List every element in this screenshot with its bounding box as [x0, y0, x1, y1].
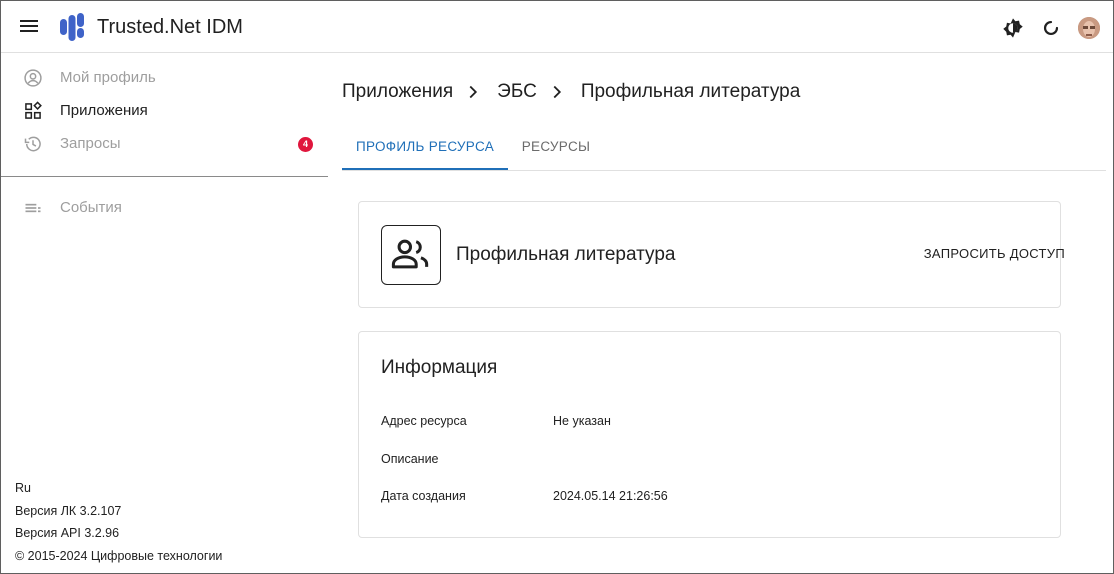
apps-grid-icon [25, 101, 42, 119]
request-access-button[interactable]: ЗАПРОСИТЬ ДОСТУП [885, 242, 1065, 266]
sidebar-item-label: Запросы [60, 135, 121, 152]
sidebar-item-label: События [60, 199, 122, 216]
history-icon [24, 136, 41, 152]
info-title: Информация [381, 357, 498, 378]
sidebar-item-label: Мой профиль [60, 69, 156, 86]
sidebar-divider [1, 176, 328, 177]
sidebar: Мой профиль Приложения Запросы 4 События [1, 54, 328, 573]
top-bar: Trusted.Net IDM [1, 1, 1113, 53]
sidebar-item-applications[interactable]: Приложения [1, 95, 328, 127]
info-label-description: Описание [381, 452, 439, 466]
sidebar-item-label: Приложения [60, 102, 148, 119]
menu-icon[interactable] [19, 17, 41, 37]
app-title: Trusted.Net IDM [97, 16, 243, 38]
sidebar-item-profile[interactable]: Мой профиль [1, 62, 328, 94]
tab-resources[interactable]: РЕСУРСЫ [508, 126, 604, 170]
language-switch[interactable]: Ru [15, 480, 222, 503]
avatar[interactable] [1078, 17, 1100, 39]
breadcrumb-item-applications[interactable]: Приложения [342, 81, 453, 103]
account-circle-icon [24, 69, 42, 87]
breadcrumb-item-current: Профильная литература [580, 81, 801, 102]
tab-bar: ПРОФИЛЬ РЕСУРСА РЕСУРСЫ [342, 126, 1106, 171]
info-card: Информация Адрес ресурса Не указан Описа… [358, 331, 1061, 538]
sidebar-item-events[interactable]: События [1, 192, 328, 224]
info-label-created: Дата создания [381, 489, 466, 503]
version-lk: Версия ЛК 3.2.107 [15, 503, 122, 518]
info-value-address: Не указан [553, 414, 611, 428]
breadcrumb: Приложения ЭБС Профильная литература [342, 81, 800, 103]
resource-card: Профильная литература ЗАПРОСИТЬ ДОСТУП [358, 201, 1065, 308]
tab-resource-profile[interactable]: ПРОФИЛЬ РЕСУРСА [342, 126, 508, 170]
chevron-right-icon [553, 85, 561, 99]
version-api: Версия API 3.2.96 [15, 526, 120, 540]
avatar-image [1078, 17, 1100, 39]
refresh-icon[interactable] [1040, 17, 1062, 39]
info-label-address: Адрес ресурса [381, 414, 467, 428]
theme-toggle-icon[interactable] [1002, 17, 1024, 39]
info-value-created: 2024.05.14 21:26:56 [553, 489, 668, 503]
chevron-right-icon [469, 85, 478, 99]
group-icon [391, 239, 429, 269]
sidebar-item-requests[interactable]: Запросы 4 [1, 128, 328, 160]
app-logo-icon [60, 13, 84, 41]
resource-title: Профильная литература [456, 244, 676, 265]
resource-icon-box [381, 225, 441, 285]
breadcrumb-item-ebs[interactable]: ЭБС [497, 81, 537, 103]
list-icon [25, 203, 41, 213]
copyright: © 2015-2024 Цифровые технологии [15, 548, 223, 563]
requests-count-badge: 4 [298, 137, 313, 152]
sidebar-footer: Ru Версия ЛК 3.2.107 Версия API 3.2.96 ©… [15, 480, 222, 570]
